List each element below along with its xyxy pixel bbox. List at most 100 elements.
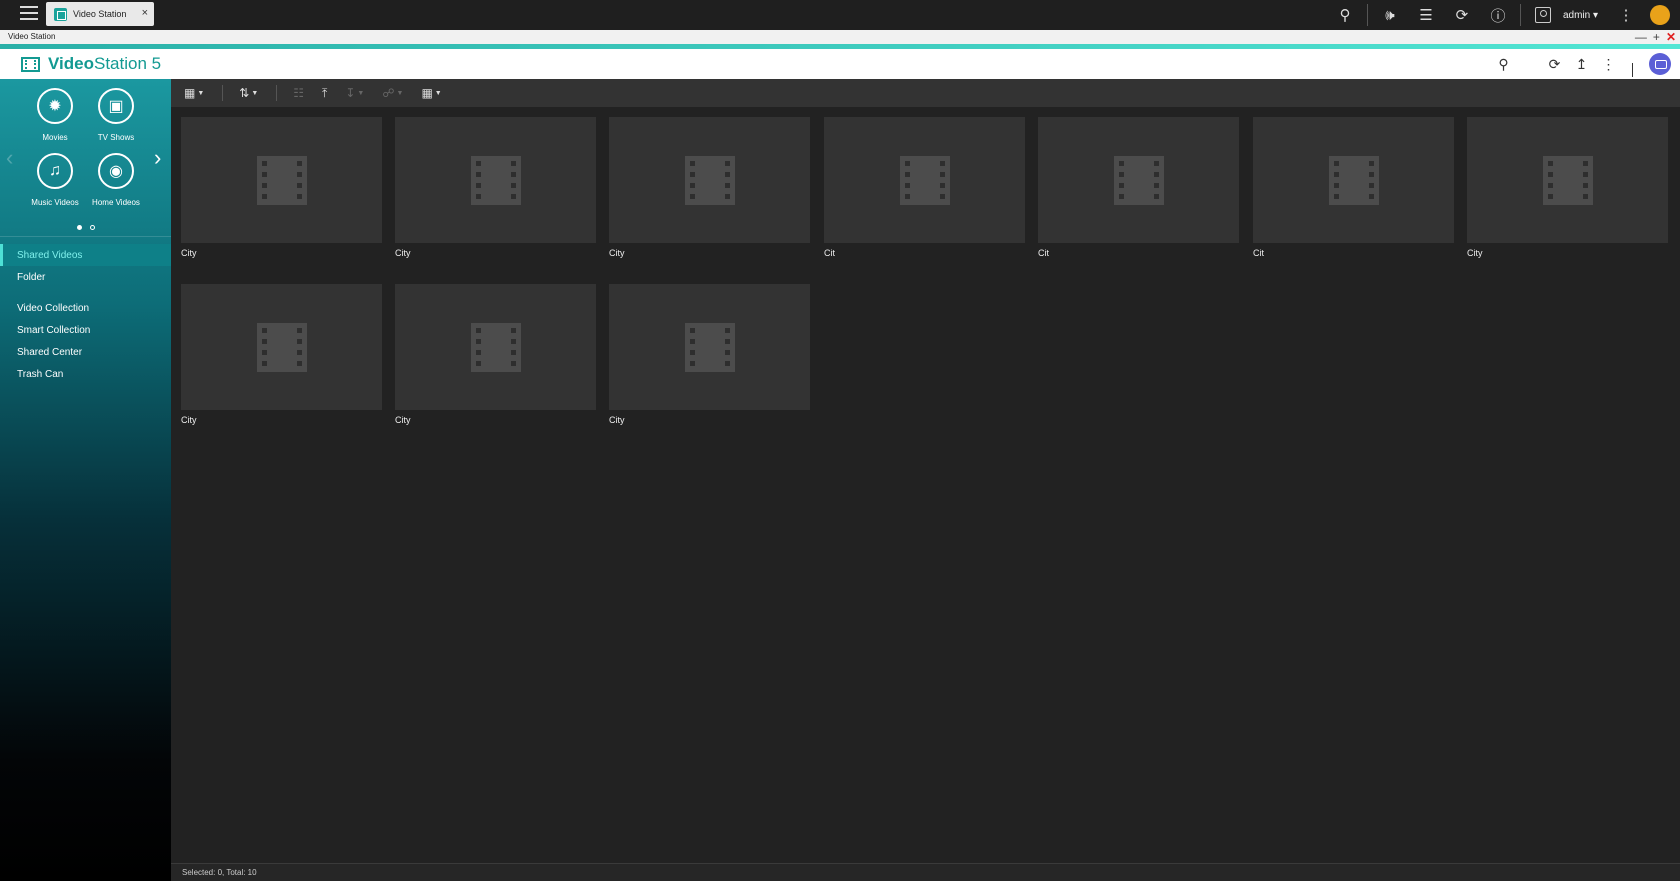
video-tile[interactable]: City <box>609 284 810 429</box>
video-title[interactable]: Cit <box>1253 248 1454 258</box>
sidebar-item-folder[interactable]: Folder <box>0 266 171 288</box>
sidebar-item-video-collection[interactable]: Video Collection <box>0 297 171 319</box>
background-tasks-icon[interactable]: ☰ <box>1408 0 1444 30</box>
divider <box>1366 4 1368 26</box>
close-button[interactable]: ✕ <box>1666 30 1676 44</box>
film-reel-icon: ✹ <box>37 88 73 124</box>
category-music-videos[interactable]: ♫ Music Videos <box>20 153 90 207</box>
share-icon[interactable]: ☍ ▼ <box>382 79 403 107</box>
taskbar-app-tab[interactable]: Video Station × <box>46 2 154 26</box>
video-thumbnail[interactable] <box>395 284 596 410</box>
pager-dot[interactable] <box>90 225 95 230</box>
camcorder-icon: ◉ <box>98 153 134 189</box>
upload-icon[interactable]: ⤒ <box>322 79 327 107</box>
film-placeholder-icon <box>471 323 521 372</box>
video-station-logo-icon <box>21 57 40 72</box>
status-bar: Selected: 0, Total: 10 <box>171 863 1680 881</box>
sort-icon[interactable]: ⇅ ▼ <box>239 79 258 107</box>
video-tile[interactable]: City <box>1467 117 1668 262</box>
video-tile[interactable]: City <box>395 284 596 429</box>
search-icon[interactable]: ⚲ <box>1490 49 1517 79</box>
more-options-icon[interactable]: ⋮ <box>1608 0 1644 30</box>
video-title[interactable]: City <box>609 248 810 258</box>
sync-icon[interactable]: ⟳ <box>1444 0 1480 30</box>
video-title[interactable]: City <box>395 415 596 425</box>
app-logo-title: VideoStation 5 <box>48 54 161 74</box>
video-thumbnail[interactable] <box>181 117 382 243</box>
video-title[interactable]: Cit <box>1038 248 1239 258</box>
more-options-icon[interactable]: ⋮ <box>1595 49 1622 79</box>
video-thumbnail[interactable] <box>395 117 596 243</box>
film-placeholder-icon <box>257 156 307 205</box>
video-title[interactable]: City <box>395 248 596 258</box>
window-title: Video Station <box>8 32 56 41</box>
refresh-icon[interactable]: ⟳ <box>1541 49 1568 79</box>
category-label: Movies <box>42 133 68 142</box>
category-label: TV Shows <box>97 133 135 142</box>
video-tile[interactable]: City <box>395 117 596 262</box>
minimize-button[interactable]: — <box>1635 30 1647 44</box>
video-title[interactable]: Cit <box>824 248 1025 258</box>
main-content: ▦ ▼ ⇅ ▼ ☷ ⤒ ↧ ▼ ☍ ▼ ▦ ▼ City City City Cit Ci… <box>171 79 1680 881</box>
app-tab-close-button[interactable]: × <box>142 7 148 19</box>
search-icon[interactable]: ⚲ <box>1327 0 1363 30</box>
video-thumbnail[interactable] <box>609 284 810 410</box>
film-placeholder-icon <box>685 156 735 205</box>
film-placeholder-icon <box>471 156 521 205</box>
video-tile[interactable]: Cit <box>1253 117 1454 262</box>
video-title[interactable]: City <box>609 415 810 425</box>
chevron-left-icon[interactable]: ‹ <box>6 145 13 171</box>
video-thumbnail[interactable] <box>824 117 1025 243</box>
video-tile[interactable]: City <box>181 117 382 262</box>
video-thumbnail[interactable] <box>1038 117 1239 243</box>
sidebar: ‹ › ✹ Movies ▣ TV Shows ♫ Music Videos ◉… <box>0 79 171 881</box>
divider <box>1632 63 1633 77</box>
upload-icon[interactable]: ↥ <box>1568 49 1595 79</box>
sidebar-item-smart-collection[interactable]: Smart Collection <box>0 319 171 341</box>
category-movies[interactable]: ✹ Movies <box>20 88 90 142</box>
sidebar-item-trash-can[interactable]: Trash Can <box>0 363 171 385</box>
sidebar-item-shared-videos[interactable]: Shared Videos <box>0 244 171 266</box>
download-icon[interactable]: ↧ ▼ <box>345 79 364 107</box>
video-thumbnail[interactable] <box>609 117 810 243</box>
add-to-collection-icon[interactable]: ☷ <box>293 79 304 107</box>
volume-icon[interactable]: 🕪 <box>1372 0 1408 30</box>
category-tv-shows[interactable]: ▣ TV Shows <box>81 88 151 142</box>
video-tile[interactable]: City <box>609 117 810 262</box>
view-mode-icon[interactable]: ▦ ▼ <box>184 79 204 107</box>
video-thumbnail[interactable] <box>181 284 382 410</box>
film-placeholder-icon <box>1543 156 1593 205</box>
select-mode-icon[interactable]: ▦ ▼ <box>421 79 441 107</box>
divider <box>1519 4 1521 26</box>
video-station-app-icon <box>54 7 67 21</box>
video-thumbnail[interactable] <box>1467 117 1668 243</box>
info-icon[interactable]: ⓘ <box>1480 0 1516 30</box>
tv-icon: ▣ <box>98 88 134 124</box>
sidebar-item-shared-center[interactable]: Shared Center <box>0 341 171 363</box>
chevron-right-icon[interactable]: › <box>154 145 161 171</box>
maximize-button[interactable]: + <box>1653 30 1660 44</box>
user-icon[interactable] <box>1525 0 1561 30</box>
film-placeholder-icon <box>257 323 307 372</box>
video-title[interactable]: City <box>181 248 382 258</box>
video-tile[interactable]: Cit <box>1038 117 1239 262</box>
chat-icon[interactable] <box>1649 53 1671 75</box>
pager-dot-active[interactable] <box>77 225 82 230</box>
film-placeholder-icon <box>685 323 735 372</box>
video-title[interactable]: City <box>181 415 382 425</box>
music-video-icon: ♫ <box>37 153 73 189</box>
film-placeholder-icon <box>900 156 950 205</box>
category-home-videos[interactable]: ◉ Home Videos <box>81 153 151 207</box>
main-menu-icon[interactable] <box>20 6 38 22</box>
app-header: VideoStation 5 ⚲ ⟳ ↥ ⋮ <box>0 49 1680 79</box>
category-pager <box>77 225 95 230</box>
video-thumbnail[interactable] <box>1253 117 1454 243</box>
dashboard-icon[interactable] <box>1650 5 1670 25</box>
user-menu[interactable]: admin ▾ <box>1561 10 1608 21</box>
logo-rest: Station 5 <box>93 54 162 73</box>
divider <box>222 85 224 101</box>
film-placeholder-icon <box>1114 156 1164 205</box>
video-tile[interactable]: City <box>181 284 382 429</box>
video-tile[interactable]: Cit <box>824 117 1025 262</box>
video-title[interactable]: City <box>1467 248 1668 258</box>
